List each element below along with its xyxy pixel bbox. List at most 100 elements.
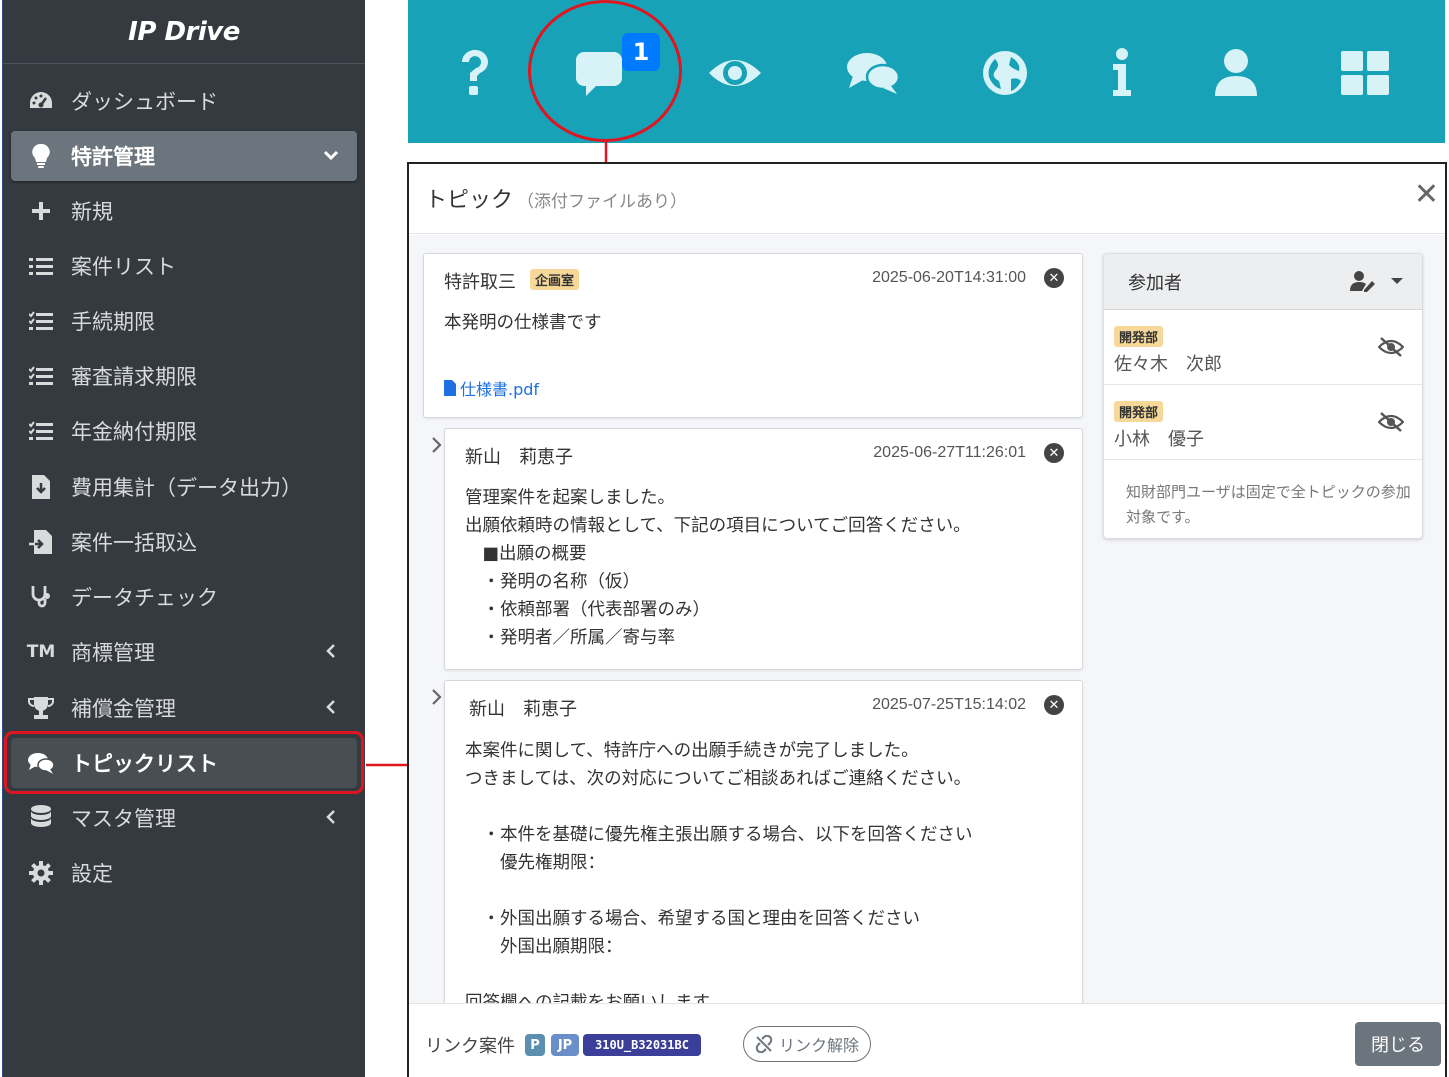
sidebar-item-label: 商標管理 <box>71 641 155 665</box>
topic-list-highlight-frame <box>4 731 364 794</box>
participant-name: 小林 優子 <box>1114 429 1204 450</box>
close-button[interactable]: 閉じる <box>1355 1022 1441 1066</box>
chevron-down-icon <box>323 144 339 171</box>
chevron-left-icon <box>323 806 339 833</box>
user-icon[interactable] <box>1201 38 1271 108</box>
attachment-link[interactable]: 仕様書.pdf <box>444 376 539 400</box>
message-text: 本案件に関して、特許庁への出願手続きが完了しました。 つきましては、次の対応につ… <box>465 741 973 1003</box>
unlink-label: リンク解除 <box>778 1036 859 1055</box>
sidebar-item-compensation[interactable]: 補償金管理 <box>11 683 357 733</box>
lightbulb-icon <box>11 143 71 169</box>
modal-title: トピック （添付ファイルあり） <box>425 182 687 214</box>
gear-icon <box>11 861 71 885</box>
file-import-icon <box>11 530 71 554</box>
sidebar-item-cost-summary[interactable]: 費用集計（データ出力） <box>11 462 357 512</box>
patent-chip: P <box>525 1034 545 1056</box>
eye-slash-icon[interactable] <box>1377 411 1405 437</box>
department-badge: 開発部 <box>1114 401 1164 422</box>
sidebar-item-new[interactable]: 新規 <box>11 186 357 236</box>
trophy-icon <box>11 696 71 720</box>
sidebar-item-annuity-deadline[interactable]: 年金納付期限 <box>11 406 357 456</box>
delete-message-icon[interactable]: ✕ <box>1044 695 1064 715</box>
checklist-icon <box>11 311 71 331</box>
chevron-left-icon <box>323 696 339 723</box>
grid-icon[interactable] <box>1330 38 1400 108</box>
message-card: 新山 莉恵子 2025-06-27T11:26:01 ✕ 管理案件を起案しました… <box>444 428 1083 670</box>
sidebar-item-data-check[interactable]: データチェック <box>11 572 357 622</box>
message-timestamp: 2025-06-20T14:31:00 <box>872 269 1026 286</box>
message-card: 特許取三 企画室 2025-06-20T14:31:00 ✕ 本発明の仕様書です … <box>423 253 1083 418</box>
participants-panel: 参加者 開発部 佐々木 次郎 開発部 小林 優子 知財部門ユーザは固定で全トピッ… <box>1103 253 1423 539</box>
message-text: 本発明の仕様書です <box>444 313 602 333</box>
delete-message-icon[interactable]: ✕ <box>1044 443 1064 463</box>
stethoscope-icon <box>11 585 71 609</box>
sidebar-item-bulk-import[interactable]: 案件一括取込 <box>11 517 357 567</box>
sidebar-item-label: 特許管理 <box>71 145 155 169</box>
linked-case-label: リンク案件 <box>425 1036 515 1057</box>
list-icon <box>11 256 71 276</box>
modal-body: 特許取三 企画室 2025-06-20T14:31:00 ✕ 本発明の仕様書です … <box>409 235 1445 1003</box>
sidebar-item-procedure-deadline[interactable]: 手続期限 <box>11 296 357 346</box>
expand-chevron-icon[interactable] <box>431 435 443 460</box>
participant-row: 開発部 佐々木 次郎 <box>1104 310 1422 385</box>
sidebar-item-master-management[interactable]: マスタ管理 <box>11 793 357 843</box>
sidebar-item-label: マスタ管理 <box>71 807 176 831</box>
info-icon[interactable] <box>1087 38 1157 108</box>
topic-modal: トピック （添付ファイルあり） ✕ 特許取三 企画室 2025-06-20T14:3… <box>407 162 1447 1077</box>
department-badge: 開発部 <box>1114 326 1164 347</box>
sidebar-item-label: 案件リスト <box>71 255 176 279</box>
sidebar-item-examination-deadline[interactable]: 審査請求期限 <box>11 351 357 401</box>
checklist-icon <box>11 366 71 386</box>
sidebar-item-patent-management[interactable]: 特許管理 <box>11 131 357 181</box>
country-chip: JP <box>551 1034 579 1056</box>
sidebar-item-case-list[interactable]: 案件リスト <box>11 241 357 291</box>
message-author-name: 特許取三 <box>444 272 516 293</box>
delete-message-icon[interactable]: ✕ <box>1044 268 1064 288</box>
question-icon[interactable] <box>440 38 510 108</box>
modal-subtitle: （添付ファイルあり） <box>517 192 688 212</box>
sidebar-item-settings[interactable]: 設定 <box>11 848 357 898</box>
sidebar-item-label: 設定 <box>71 862 113 886</box>
participants-title: 参加者 <box>1128 272 1182 294</box>
sidebar-item-label: 年金納付期限 <box>71 420 197 444</box>
sidebar-item-dashboard[interactable]: ダッシュボード <box>11 76 357 126</box>
caret-down-icon[interactable] <box>1390 276 1404 286</box>
message-author-name: 新山 莉恵子 <box>469 699 577 720</box>
sidebar-item-label: 案件一括取込 <box>71 531 197 555</box>
chevron-left-icon <box>323 640 339 667</box>
modal-header: トピック （添付ファイルあり） ✕ <box>409 164 1445 234</box>
expand-chevron-icon[interactable] <box>431 687 443 712</box>
case-id-chip[interactable]: 310U_B32031BC <box>583 1034 701 1056</box>
plus-icon <box>11 201 71 221</box>
sidebar-item-label: 審査請求期限 <box>71 365 197 389</box>
message-timestamp: 2025-07-25T15:14:02 <box>872 696 1026 713</box>
modal-footer: リンク案件 P JP 310U_B32031BC リンク解除 閉じる <box>409 1003 1445 1077</box>
message-timestamp: 2025-06-27T11:26:01 <box>873 444 1026 461</box>
eye-icon[interactable] <box>700 38 770 108</box>
dashboard-gauge-icon <box>11 90 71 112</box>
sidebar-item-label: 手続期限 <box>71 310 155 334</box>
modal-title-text: トピック <box>425 188 514 213</box>
comment-icon-highlight-circle <box>528 0 682 142</box>
sidebar-item-label: 新規 <box>71 200 113 224</box>
message-author: 特許取三 企画室 <box>444 268 580 294</box>
unlink-icon <box>755 1035 773 1053</box>
message-author-name: 新山 莉恵子 <box>465 447 573 468</box>
comments-icon[interactable] <box>838 38 908 108</box>
department-badge: 企画室 <box>530 269 580 290</box>
participants-note: 知財部門ユーザは固定で全トピックの参加対象です。 <box>1126 483 1411 526</box>
sidebar-item-label: データチェック <box>71 586 218 610</box>
unlink-button[interactable]: リンク解除 <box>743 1026 871 1062</box>
user-edit-icon[interactable] <box>1350 270 1376 292</box>
close-icon[interactable]: ✕ <box>1414 180 1439 210</box>
trademark-icon: TM <box>26 642 56 662</box>
sidebar-item-trademark[interactable]: TM 商標管理 <box>11 627 357 677</box>
message-text: 管理案件を起案しました。 出願依頼時の情報として、下記の項目についてご回答くださ… <box>465 488 971 648</box>
participant-name: 佐々木 次郎 <box>1114 354 1222 375</box>
eye-slash-icon[interactable] <box>1377 336 1405 362</box>
database-icon <box>11 805 71 831</box>
attachment-filename: 仕様書.pdf <box>460 380 540 399</box>
globe-icon[interactable] <box>970 38 1040 108</box>
sidebar: IP Drive ダッシュボード 特許管理 新規 案件リスト 手続期限 審査請求… <box>2 0 365 1077</box>
brand-logo[interactable]: IP Drive <box>3 0 365 64</box>
